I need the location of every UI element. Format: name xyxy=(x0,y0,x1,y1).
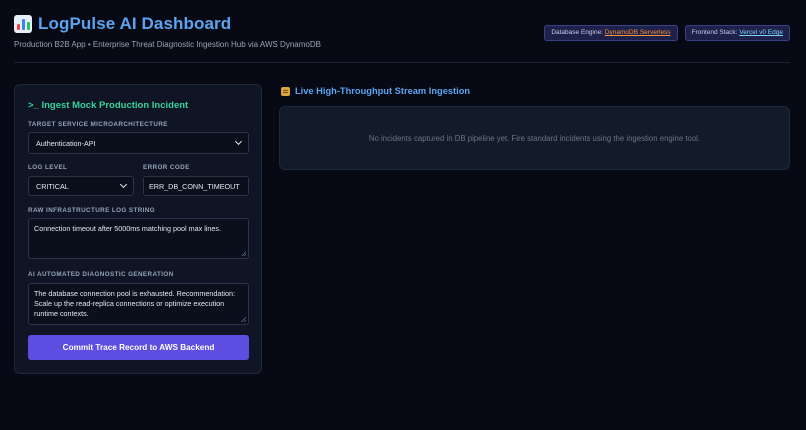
app-subtitle: Production B2B App • Enterprise Threat D… xyxy=(14,40,321,49)
log-icon xyxy=(281,86,290,96)
service-select-value: Authentication-API xyxy=(36,138,96,148)
error-code-value: ERR_DB_CONN_TIMEOUT xyxy=(149,181,240,191)
stream-title: Live High-Throughput Stream Ingestion xyxy=(281,86,470,96)
frontend-stack-link[interactable]: Vercel v0 Edge xyxy=(739,29,783,36)
bar-chart-icon xyxy=(14,15,32,33)
form-title: >_ Ingest Mock Production Incident xyxy=(28,100,189,111)
database-engine-badge: Database Engine: DynamoDB Serverless xyxy=(544,25,678,41)
ingest-form-panel: >_ Ingest Mock Production Incident Targe… xyxy=(14,84,262,374)
raw-log-label: Raw Infrastructure Log String xyxy=(28,207,156,214)
raw-log-textarea[interactable]: Connection timeout after 5000ms matching… xyxy=(28,218,249,259)
log-level-select[interactable]: CRITICAL xyxy=(28,176,134,196)
database-engine-label: Database Engine: xyxy=(551,29,603,36)
log-level-label: Log Level xyxy=(28,164,68,171)
app-title: LogPulse AI Dashboard xyxy=(38,14,232,33)
database-engine-link[interactable]: DynamoDB Serverless xyxy=(605,29,671,36)
resize-handle-icon[interactable] xyxy=(241,251,246,256)
frontend-stack-label: Frontend Stack: xyxy=(691,29,738,36)
badges: Database Engine: DynamoDB Serverless Fro… xyxy=(544,25,790,41)
stream-empty-message: No incidents captured in DB pipeline yet… xyxy=(368,133,701,143)
chevron-down-icon xyxy=(234,137,243,146)
service-label: Target Service Microarchitecture xyxy=(28,121,168,128)
service-select[interactable]: Authentication-API xyxy=(28,132,249,154)
ai-diagnostic-value: The database connection pool is exhauste… xyxy=(34,289,235,318)
dashboard-page: LogPulse AI Dashboard Production B2B App… xyxy=(0,0,806,430)
frontend-stack-badge: Frontend Stack: Vercel v0 Edge xyxy=(684,25,790,41)
ai-diagnostic-label: AI Automated Diagnostic Generation xyxy=(28,271,174,278)
commit-trace-button[interactable]: Commit Trace Record to AWS Backend xyxy=(28,335,249,360)
header: LogPulse AI Dashboard Production B2B App… xyxy=(14,14,790,60)
error-code-input[interactable]: ERR_DB_CONN_TIMEOUT xyxy=(143,176,249,196)
resize-handle-icon[interactable] xyxy=(241,317,246,322)
ai-diagnostic-textarea[interactable]: The database connection pool is exhauste… xyxy=(28,283,249,325)
raw-log-value: Connection timeout after 5000ms matching… xyxy=(34,224,221,233)
log-level-select-value: CRITICAL xyxy=(36,181,69,191)
header-divider xyxy=(14,62,790,63)
error-code-label: Error Code xyxy=(143,164,190,171)
chevron-down-icon xyxy=(119,180,128,189)
stream-empty-state: No incidents captured in DB pipeline yet… xyxy=(279,106,790,170)
stream-title-text: Live High-Throughput Stream Ingestion xyxy=(295,86,471,96)
